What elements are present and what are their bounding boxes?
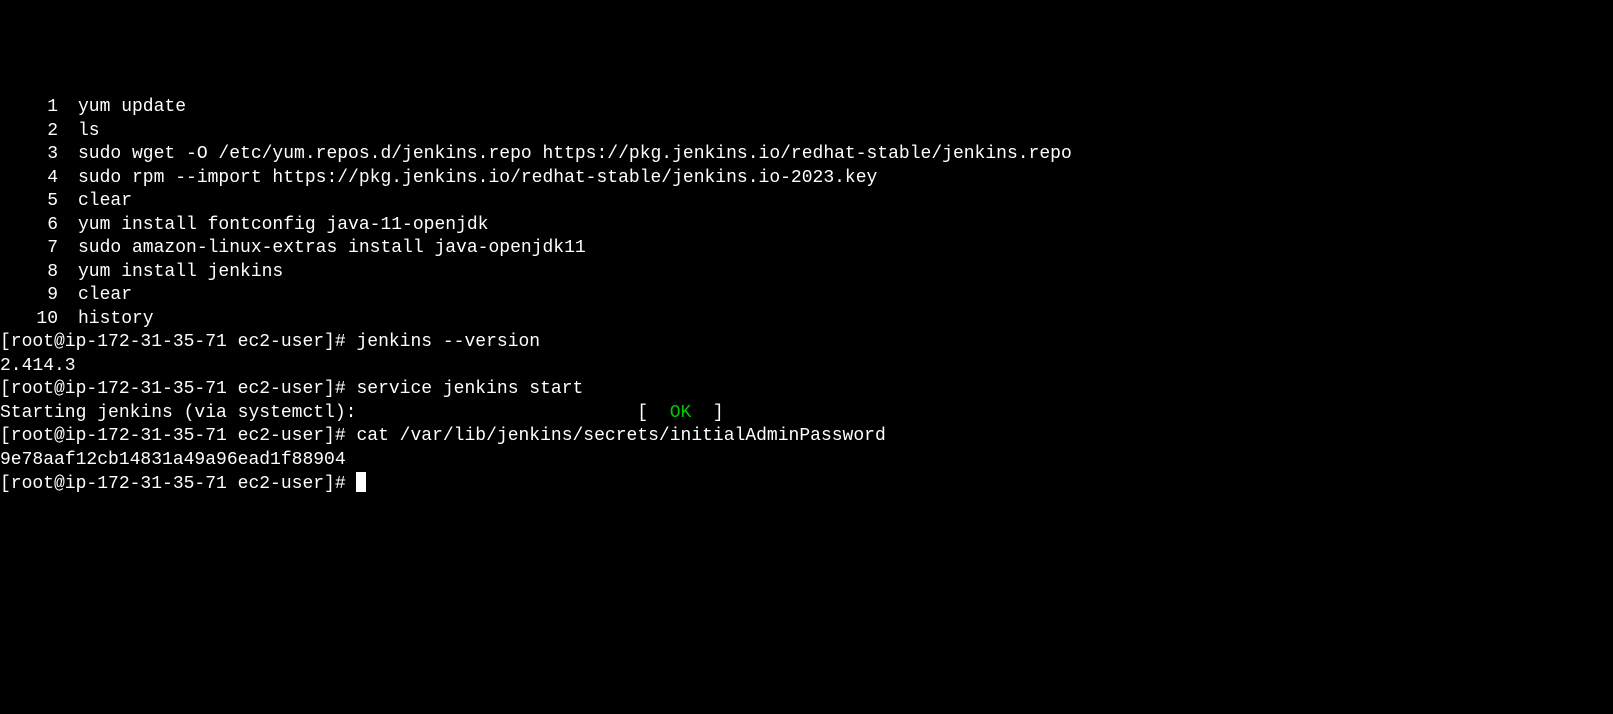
history-command: sudo amazon-linux-extras install java-op… bbox=[58, 238, 586, 258]
cursor-icon bbox=[356, 472, 366, 492]
output-line: 9e78aaf12cb14831a49a96ead1f88904 bbox=[0, 449, 1613, 473]
history-entry: 10history bbox=[0, 308, 1613, 332]
prompt-line: [root@ip-172-31-35-71 ec2-user]# cat /va… bbox=[0, 425, 1613, 449]
command-text: service jenkins start bbox=[356, 379, 583, 399]
history-entry: 2ls bbox=[0, 120, 1613, 144]
history-command: history bbox=[58, 309, 154, 329]
shell-prompt: [root@ip-172-31-35-71 ec2-user]# bbox=[0, 474, 356, 494]
history-command: yum update bbox=[58, 97, 186, 117]
history-entry: 3sudo wget -O /etc/yum.repos.d/jenkins.r… bbox=[0, 143, 1613, 167]
command-text: jenkins --version bbox=[356, 332, 540, 352]
status-ok: OK bbox=[670, 403, 692, 423]
prompt-line: [root@ip-172-31-35-71 ec2-user]# jenkins… bbox=[0, 331, 1613, 355]
history-number: 1 bbox=[0, 96, 58, 120]
shell-prompt: [root@ip-172-31-35-71 ec2-user]# bbox=[0, 379, 356, 399]
history-entry: 1yum update bbox=[0, 96, 1613, 120]
history-command: yum install fontconfig java-11-openjdk bbox=[58, 215, 488, 235]
history-command: yum install jenkins bbox=[58, 262, 283, 282]
command-text: cat /var/lib/jenkins/secrets/initialAdmi… bbox=[356, 426, 885, 446]
history-number: 7 bbox=[0, 237, 58, 261]
history-number: 10 bbox=[0, 308, 58, 332]
history-entry: 6yum install fontconfig java-11-openjdk bbox=[0, 214, 1613, 238]
history-number: 3 bbox=[0, 143, 58, 167]
history-command: clear bbox=[58, 191, 132, 211]
shell-prompt: [root@ip-172-31-35-71 ec2-user]# bbox=[0, 332, 356, 352]
history-number: 2 bbox=[0, 120, 58, 144]
prompt-line: [root@ip-172-31-35-71 ec2-user]# service… bbox=[0, 378, 1613, 402]
history-number: 8 bbox=[0, 261, 58, 285]
service-status-pre: Starting jenkins (via systemctl): [ bbox=[0, 403, 670, 423]
terminal-output[interactable]: 1yum update2ls3sudo wget -O /etc/yum.rep… bbox=[0, 96, 1613, 497]
shell-prompt: [root@ip-172-31-35-71 ec2-user]# bbox=[0, 426, 356, 446]
prompt-line[interactable]: [root@ip-172-31-35-71 ec2-user]# bbox=[0, 472, 1613, 497]
history-command: sudo rpm --import https://pkg.jenkins.io… bbox=[58, 168, 877, 188]
history-number: 9 bbox=[0, 284, 58, 308]
output-line: 2.414.3 bbox=[0, 355, 1613, 379]
history-entry: 7sudo amazon-linux-extras install java-o… bbox=[0, 237, 1613, 261]
history-number: 5 bbox=[0, 190, 58, 214]
history-number: 4 bbox=[0, 167, 58, 191]
history-entry: 9clear bbox=[0, 284, 1613, 308]
history-command: clear bbox=[58, 285, 132, 305]
history-command: ls bbox=[58, 121, 100, 141]
history-entry: 8yum install jenkins bbox=[0, 261, 1613, 285]
history-entry: 5clear bbox=[0, 190, 1613, 214]
service-status-post: ] bbox=[691, 403, 723, 423]
history-command: sudo wget -O /etc/yum.repos.d/jenkins.re… bbox=[58, 144, 1072, 164]
output-line: Starting jenkins (via systemctl): [ OK ] bbox=[0, 402, 1613, 426]
history-number: 6 bbox=[0, 214, 58, 238]
history-entry: 4sudo rpm --import https://pkg.jenkins.i… bbox=[0, 167, 1613, 191]
